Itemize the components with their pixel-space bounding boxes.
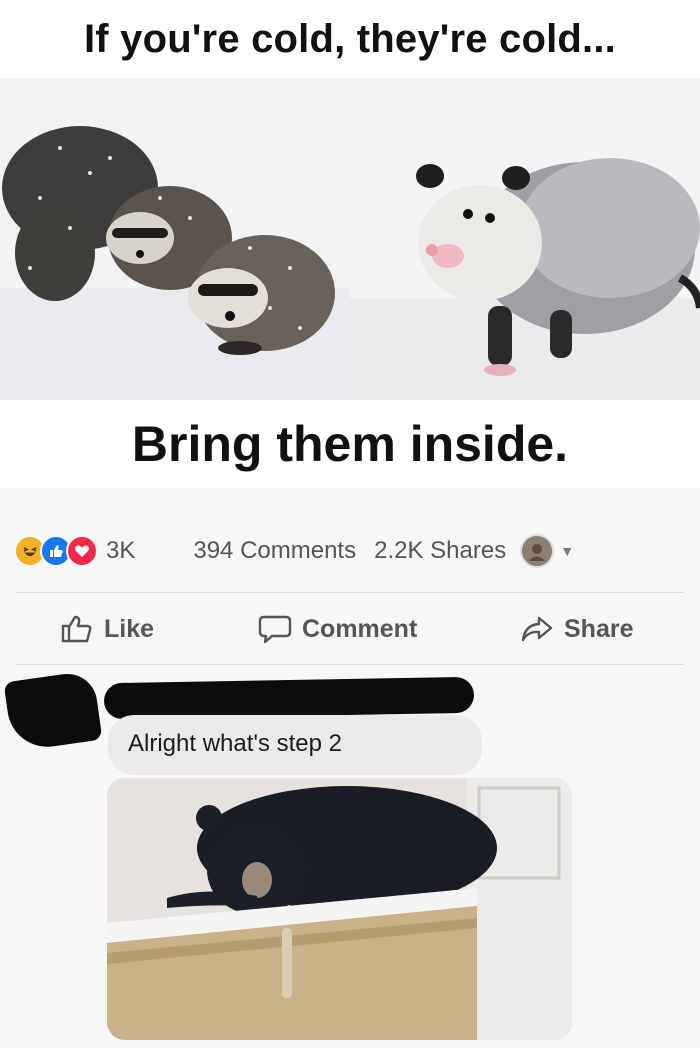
meme-bottom-text: Bring them inside. <box>131 416 569 472</box>
share-label: Share <box>564 614 634 643</box>
bear-photo[interactable] <box>107 778 572 1040</box>
share-arrow-icon <box>521 616 553 642</box>
comments-count[interactable]: 394 Comments <box>193 537 356 565</box>
like-label: Like <box>104 614 155 643</box>
reactions-bar: 3K 394 Comments 2.2K Shares ▼ <box>0 520 700 582</box>
shares-count[interactable]: 2.2K Shares <box>374 537 506 565</box>
comment-text: Alright what's step 2 <box>128 730 343 757</box>
meme-top-text: If you're cold, they're cold... <box>83 16 616 61</box>
comment-button[interactable]: Comment <box>258 614 417 644</box>
action-bar: Like Comment Share <box>0 600 700 662</box>
divider <box>16 592 684 593</box>
post: If you're cold, they're cold... Bring th… <box>0 0 700 1048</box>
love-icon <box>66 535 98 567</box>
reaction-count[interactable]: 3K <box>106 537 135 565</box>
meme-top-caption: If you're cold, they're cold... <box>0 0 700 78</box>
meme-photos <box>0 78 700 400</box>
share-button[interactable]: Share <box>520 614 633 644</box>
like-button[interactable]: Like <box>60 614 154 644</box>
divider <box>16 664 684 665</box>
avatar[interactable] <box>520 534 555 568</box>
opossum-photo <box>350 78 700 400</box>
speech-bubble-icon <box>258 615 292 644</box>
raccoons-photo <box>0 78 350 400</box>
thumbs-up-icon <box>61 615 92 643</box>
redacted-avatar <box>3 670 103 752</box>
chevron-down-icon[interactable]: ▼ <box>560 543 574 559</box>
comment-label: Comment <box>302 614 418 643</box>
meme-bottom-caption: Bring them inside. <box>0 400 700 488</box>
reaction-icons[interactable] <box>14 535 98 567</box>
redacted-name <box>103 676 475 720</box>
